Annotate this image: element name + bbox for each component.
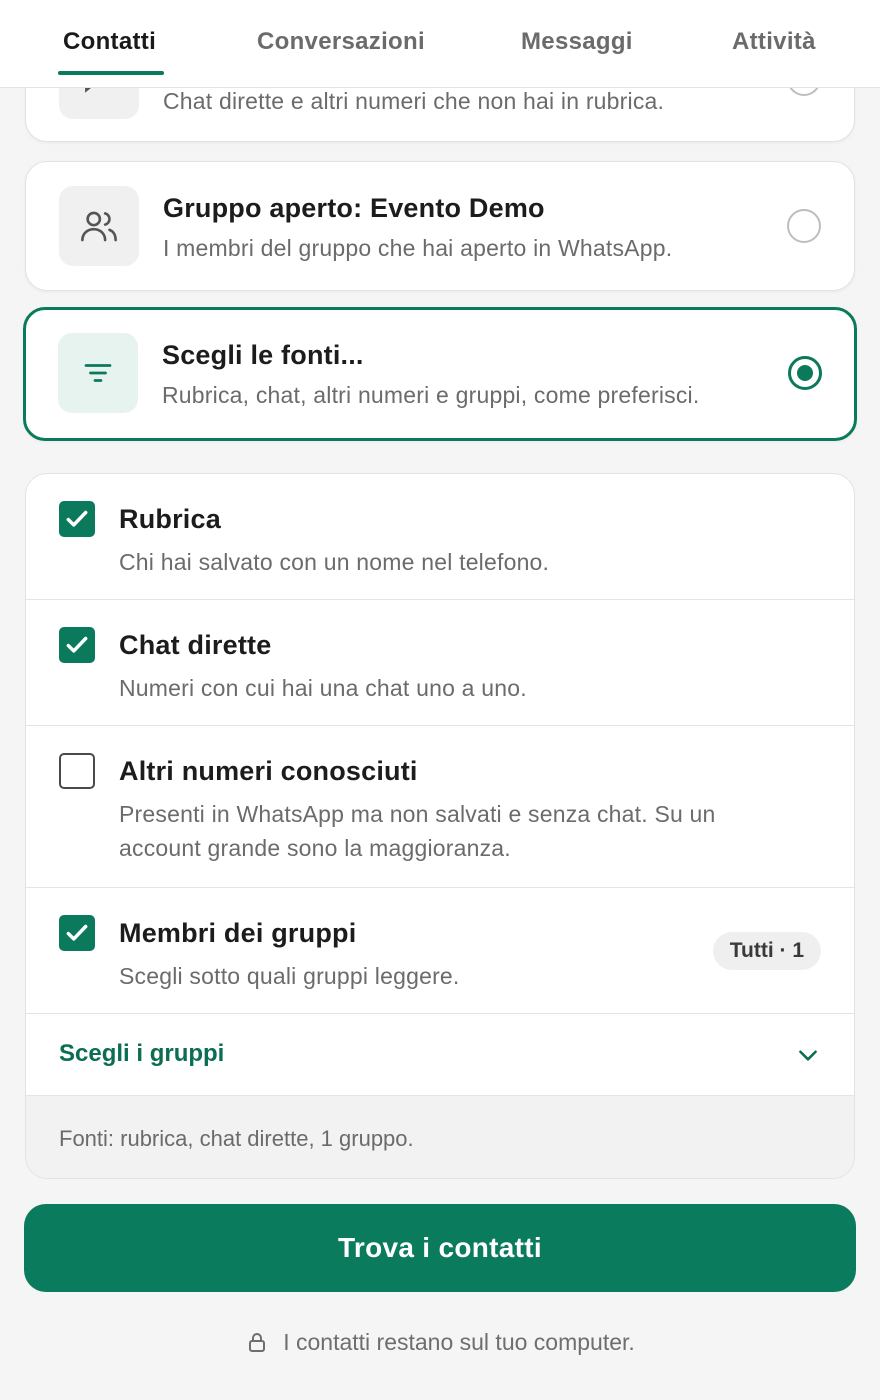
- checkbox-checked[interactable]: [59, 627, 95, 663]
- chevron-down-icon: [799, 1050, 817, 1061]
- checkbox-checked[interactable]: [59, 915, 95, 951]
- source-row-chat-dirette[interactable]: Chat dirette Numeri con cui hai una chat…: [26, 600, 854, 726]
- check-icon: [66, 636, 88, 653]
- checkbox-checked[interactable]: [59, 501, 95, 537]
- choose-groups-label: Scegli i gruppi: [59, 1040, 225, 1067]
- checkbox-unchecked[interactable]: [59, 753, 95, 789]
- source-desc: Presenti in WhatsApp ma non salvati e se…: [119, 801, 716, 861]
- source-row-altri-numeri[interactable]: Altri numeri conosciuti Presenti in What…: [26, 726, 854, 888]
- sources-panel: Rubrica Chi hai salvato con un nome nel …: [25, 473, 855, 1179]
- option-desc: I membri del gruppo che hai aperto in Wh…: [163, 235, 673, 261]
- tab-conversazioni[interactable]: Conversazioni: [257, 28, 425, 56]
- option-radio-selected[interactable]: [788, 356, 822, 390]
- tab-bar: Contatti Conversazioni Messaggi Attività: [0, 0, 880, 88]
- sources-summary: Fonti: rubrica, chat dirette, 1 gruppo.: [26, 1096, 854, 1178]
- source-title: Altri numeri conosciuti: [119, 756, 418, 786]
- option-radio[interactable]: [787, 209, 821, 243]
- find-contacts-button[interactable]: Trova i contatti: [24, 1204, 856, 1292]
- option-card-choose-sources[interactable]: Scegli le fonti... Rubrica, chat, altri …: [23, 307, 857, 441]
- active-tab-indicator: [58, 71, 164, 75]
- groups-count-badge: Tutti · 1: [712, 932, 821, 970]
- filter-icon: [58, 333, 138, 413]
- option-desc: Chat dirette e altri numeri che non hai …: [163, 88, 665, 114]
- choose-groups-toggle[interactable]: Scegli i gruppi: [26, 1014, 854, 1096]
- radio-dot: [797, 365, 813, 381]
- check-icon: [66, 924, 88, 941]
- source-title: Membri dei gruppi: [119, 918, 357, 948]
- tab-messaggi[interactable]: Messaggi: [521, 28, 633, 56]
- privacy-note-text: I contatti restano sul tuo computer.: [283, 1328, 635, 1355]
- source-row-rubrica[interactable]: Rubrica Chi hai salvato con un nome nel …: [26, 474, 854, 600]
- privacy-note: I contatti restano sul tuo computer.: [0, 1326, 880, 1358]
- source-title: Chat dirette: [119, 630, 272, 660]
- summary-text: Fonti: rubrica, chat dirette, 1 gruppo.: [59, 1126, 414, 1151]
- check-icon: [66, 510, 88, 527]
- source-desc: Chi hai salvato con un nome nel telefono…: [119, 549, 550, 575]
- tab-attivita[interactable]: Attività: [732, 28, 816, 56]
- option-title: Gruppo aperto: Evento Demo: [163, 193, 545, 223]
- lock-icon: [249, 1333, 266, 1352]
- option-title: Scegli le fonti...: [162, 340, 364, 370]
- source-desc: Scegli sotto quali gruppi leggere.: [119, 963, 460, 989]
- option-desc: Rubrica, chat, altri numeri e gruppi, co…: [162, 382, 700, 408]
- source-title: Rubrica: [119, 504, 221, 534]
- option-card-open-group[interactable]: Gruppo aperto: Evento Demo I membri del …: [25, 161, 855, 291]
- users-icon: [59, 186, 139, 266]
- source-row-membri-gruppi[interactable]: Membri dei gruppi Scegli sotto quali gru…: [26, 888, 854, 1014]
- tab-contatti[interactable]: Contatti: [63, 28, 156, 56]
- source-desc: Numeri con cui hai una chat uno a uno.: [119, 675, 527, 701]
